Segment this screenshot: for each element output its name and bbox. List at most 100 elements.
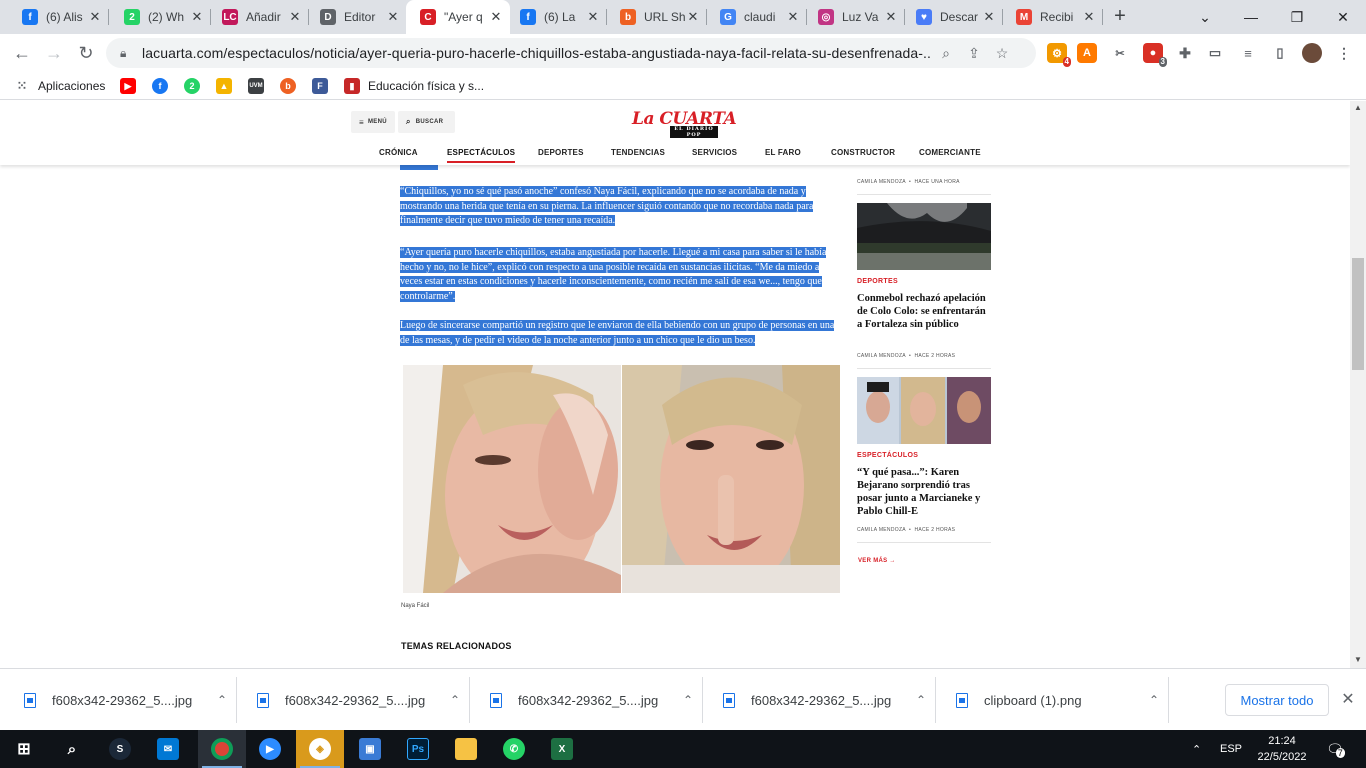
close-tab-icon[interactable]: ✕ xyxy=(385,9,401,25)
site-nav-item[interactable]: CRÓNICA xyxy=(379,148,418,157)
taskbar-chrome[interactable] xyxy=(198,730,246,768)
site-nav-item[interactable]: COMERCIANTE xyxy=(919,148,981,157)
author[interactable]: CAMILA MENDOZA xyxy=(857,179,906,185)
profile-avatar[interactable] xyxy=(1302,43,1322,63)
close-tab-icon[interactable]: ✕ xyxy=(981,9,997,25)
extensions-puzzle-icon[interactable]: ✚ xyxy=(1175,43,1195,63)
chevron-up-icon[interactable]: ⌃ xyxy=(673,693,703,707)
bookmark-site[interactable]: ▲ xyxy=(216,77,232,95)
sidebar-thumbnail-stadium[interactable] xyxy=(857,203,991,270)
see-more-link[interactable]: VER MÁS → xyxy=(858,558,896,564)
chevron-up-icon[interactable]: ⌃ xyxy=(1139,693,1169,707)
bookmark-star-icon[interactable]: ☆ xyxy=(988,45,1016,62)
media-control-icon[interactable]: ≡ xyxy=(1238,43,1258,63)
bookmark-bitly[interactable]: b xyxy=(280,77,296,95)
bookmark-whatsapp[interactable]: 2 xyxy=(184,77,200,95)
close-tab-icon[interactable]: ✕ xyxy=(287,9,303,25)
close-tab-icon[interactable]: ✕ xyxy=(585,9,601,25)
download-item[interactable]: f608x342-29362_5....jpg ⌃ xyxy=(237,669,470,731)
taskbar-search[interactable]: ⌕ xyxy=(48,730,96,768)
site-logo[interactable]: La CUARTA EL DIARIO POP xyxy=(632,109,737,138)
close-tab-icon[interactable]: ✕ xyxy=(685,9,701,25)
sidebar-thumbnail-people[interactable] xyxy=(857,377,991,444)
extension-icon[interactable]: ⚙ 4 xyxy=(1047,43,1071,67)
taskbar-excel[interactable]: X xyxy=(538,730,586,768)
chrome-menu-icon[interactable]: ⋮ xyxy=(1334,43,1354,63)
close-tab-icon[interactable]: ✕ xyxy=(785,9,801,25)
close-tab-icon[interactable]: ✕ xyxy=(189,9,205,25)
forward-button[interactable]: → xyxy=(40,40,68,66)
show-all-downloads-button[interactable]: Mostrar todo xyxy=(1225,684,1329,716)
browser-tab[interactable]: LC Añadir ✕ xyxy=(208,0,309,34)
taskbar-mail[interactable]: ✉ xyxy=(144,730,192,768)
input-language[interactable]: ESP xyxy=(1220,730,1242,768)
download-item[interactable]: f608x342-29362_5....jpg ⌃ xyxy=(703,669,936,731)
bookmark-youtube[interactable]: ▶ xyxy=(120,77,136,95)
browser-tab[interactable]: f (6) La ✕ xyxy=(506,0,607,34)
bookmark-facebook[interactable]: f xyxy=(152,77,168,95)
browser-tab[interactable]: ◎ Luz Va ✕ xyxy=(804,0,905,34)
tray-overflow-icon[interactable]: ⌃ xyxy=(1192,730,1201,768)
bookmark-uvm[interactable]: UVM xyxy=(248,77,264,95)
taskbar-zoom[interactable]: ▶ xyxy=(246,730,294,768)
menu-button[interactable]: ≡ MENÚ xyxy=(351,111,395,133)
browser-tab[interactable]: Gclaudi ✕ xyxy=(706,0,807,34)
author[interactable]: CAMILA MENDOZA xyxy=(857,353,906,359)
close-tab-icon[interactable]: ✕ xyxy=(1081,9,1097,25)
page-scrollbar[interactable]: ▲ ▼ xyxy=(1350,101,1366,668)
side-panel-icon[interactable]: ▯ xyxy=(1270,43,1290,63)
back-button[interactable]: ← xyxy=(8,40,36,66)
close-tab-icon[interactable]: ✕ xyxy=(883,9,899,25)
taskbar-steam[interactable]: S xyxy=(96,730,144,768)
notification-center[interactable]: 🗨︎ 7 xyxy=(1326,730,1345,768)
browser-tab[interactable]: 2 (2) Wh ✕ xyxy=(110,0,211,34)
site-nav-item[interactable]: DEPORTES xyxy=(538,148,584,157)
taskbar-clock[interactable]: 21:24 22/5/2022 xyxy=(1252,733,1312,765)
browser-tab[interactable]: b URL Sh ✕ xyxy=(606,0,707,34)
reload-button[interactable]: ↻ xyxy=(72,40,100,66)
site-nav-item[interactable]: EL FARO xyxy=(765,148,801,157)
author[interactable]: CAMILA MENDOZA xyxy=(857,527,906,533)
site-nav-item[interactable]: CONSTRUCTOR xyxy=(831,148,895,157)
close-tab-icon[interactable]: ✕ xyxy=(488,9,504,25)
chevron-up-icon[interactable]: ⌃ xyxy=(440,693,470,707)
taskbar-remote[interactable]: ▣ xyxy=(346,730,394,768)
sidebar-category[interactable]: DEPORTES xyxy=(857,278,898,285)
download-item[interactable]: f608x342-29362_5....jpg ⌃ xyxy=(4,669,237,731)
site-nav-item[interactable]: SERVICIOS xyxy=(692,148,737,157)
bookmark-educacion-fisica[interactable]: ▮ Educación física y s... xyxy=(344,77,484,95)
browser-tab[interactable]: C "Ayer q ✕ xyxy=(406,0,510,34)
search-button[interactable]: ⌕ BUSCAR xyxy=(398,111,455,133)
chevron-up-icon[interactable]: ⌃ xyxy=(207,693,237,707)
chevron-up-icon[interactable]: ⌃ xyxy=(906,693,936,707)
url-text[interactable]: lacuarta.com/espectaculos/noticia/ayer-q… xyxy=(142,45,932,61)
bookmark-apps[interactable]: ⁙ Aplicaciones xyxy=(14,77,106,95)
browser-tab[interactable]: M Recibi ✕ xyxy=(1002,0,1103,34)
tab-search-button[interactable]: ⌄ xyxy=(1182,0,1228,34)
browser-tab[interactable]: f (6) Alis ✕ xyxy=(8,0,109,34)
taskbar-explorer[interactable] xyxy=(442,730,490,768)
cast-icon[interactable]: ▭ xyxy=(1205,43,1225,63)
site-nav-item[interactable]: ESPECTÁCULOS xyxy=(447,148,516,163)
bookmark-flipboard[interactable]: F xyxy=(312,77,328,95)
site-nav-item[interactable]: TENDENCIAS xyxy=(611,148,665,157)
scrollbar-thumb[interactable] xyxy=(1352,258,1364,370)
close-download-bar-icon[interactable]: ✕ xyxy=(1338,689,1358,709)
download-item[interactable]: clipboard (1).png ⌃ xyxy=(936,669,1169,731)
address-bar[interactable]: 🔒︎ lacuarta.com/espectaculos/noticia/aye… xyxy=(106,38,1036,68)
new-tab-button[interactable]: + xyxy=(1108,5,1132,29)
extension-icon[interactable]: ✂ xyxy=(1110,43,1130,63)
download-item[interactable]: f608x342-29362_5....jpg ⌃ xyxy=(470,669,703,731)
taskbar-whatsapp[interactable]: ✆ xyxy=(490,730,538,768)
taskbar-photoshop[interactable]: Ps xyxy=(394,730,442,768)
sidebar-headline[interactable]: Conmebol rechazó apelación de Colo Colo:… xyxy=(857,292,992,331)
zoom-icon[interactable]: ⌕ xyxy=(932,45,960,62)
minimize-button[interactable]: — xyxy=(1228,0,1274,34)
extension-icon[interactable]: A xyxy=(1077,43,1097,63)
share-icon[interactable]: ⇪ xyxy=(960,45,988,62)
extension-icon[interactable]: ● 3 xyxy=(1143,43,1167,67)
close-tab-icon[interactable]: ✕ xyxy=(87,9,103,25)
sidebar-category[interactable]: ESPECTÁCULOS xyxy=(857,452,918,459)
browser-tab[interactable]: D Editor ✕ xyxy=(306,0,407,34)
restore-button[interactable]: ❐ xyxy=(1274,0,1320,34)
